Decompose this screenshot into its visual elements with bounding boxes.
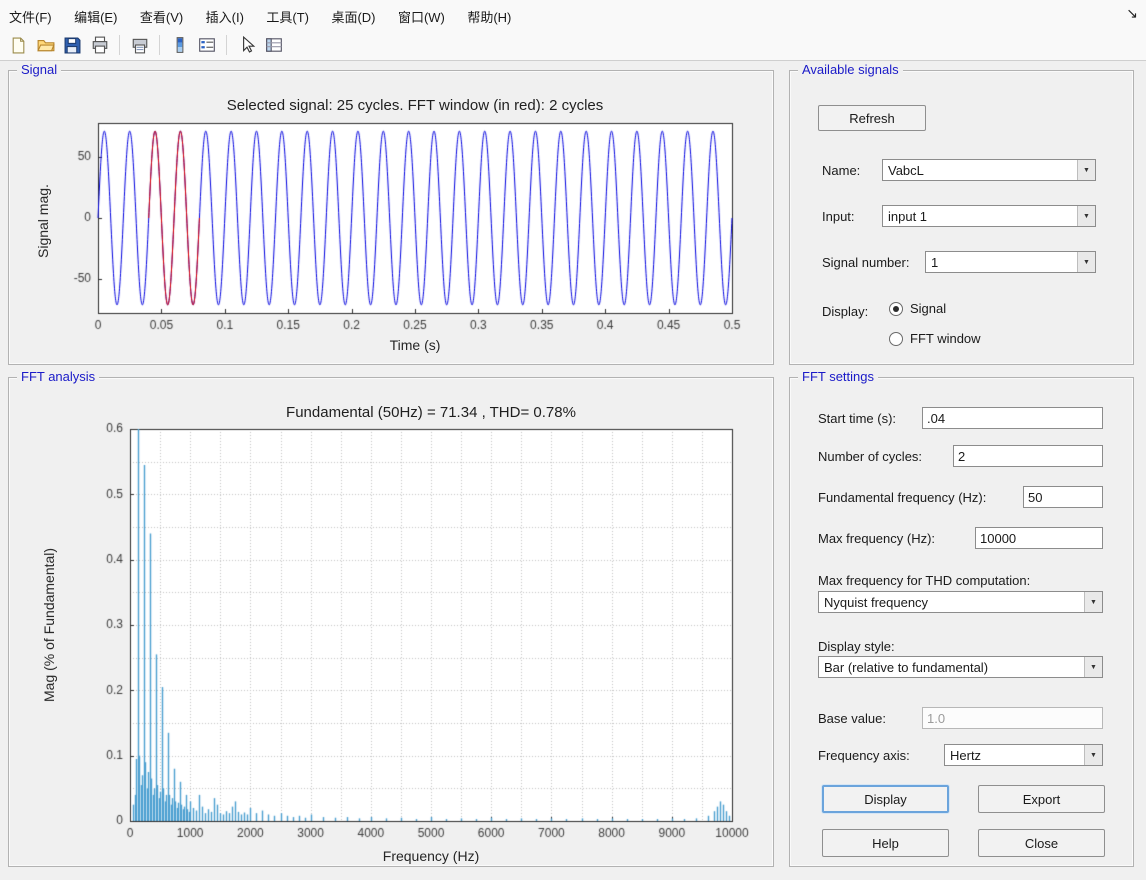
property-inspector-icon[interactable] <box>261 33 286 58</box>
open-folder-icon[interactable] <box>33 33 58 58</box>
chevron-down-icon[interactable]: ▼ <box>1077 252 1095 272</box>
display-fft-window-radio-label: FFT window <box>910 331 981 346</box>
display-signal-radio[interactable]: Signal <box>889 301 946 316</box>
chevron-down-icon[interactable]: ▼ <box>1077 160 1095 180</box>
radio-unselected-icon[interactable] <box>889 332 903 346</box>
signal-xlabel: Time (s) <box>98 337 732 353</box>
signal-ylabel: Signal mag. <box>35 184 51 258</box>
start-time-label: Start time (s): <box>818 411 896 426</box>
fft-analysis-panel-title: FFT analysis <box>17 369 99 384</box>
print-icon[interactable] <box>87 33 112 58</box>
frequency-axis-dropdown[interactable]: Hertz ▼ <box>944 744 1103 766</box>
name-label: Name: <box>822 163 860 178</box>
chevron-down-icon[interactable]: ▼ <box>1084 657 1102 677</box>
display-style-dropdown[interactable]: Bar (relative to fundamental) ▼ <box>818 656 1103 678</box>
fft-analysis-panel: FFT analysis Fundamental (50Hz) = 71.34 … <box>8 377 774 867</box>
chevron-down-icon[interactable]: ▼ <box>1084 592 1102 612</box>
display-fft-window-radio[interactable]: FFT window <box>889 331 981 346</box>
print-preview-icon[interactable] <box>127 33 152 58</box>
legend-icon[interactable] <box>194 33 219 58</box>
max-frequency-thd-label: Max frequency for THD computation: <box>818 573 1030 588</box>
display-signal-radio-label: Signal <box>910 301 946 316</box>
close-button[interactable]: Close <box>978 829 1105 857</box>
name-dropdown[interactable]: VabcL ▼ <box>882 159 1096 181</box>
save-icon[interactable] <box>60 33 85 58</box>
fft-settings-panel-title: FFT settings <box>798 369 878 384</box>
signal-panel: Signal Selected signal: 25 cycles. FFT w… <box>8 70 774 365</box>
radio-selected-icon[interactable] <box>889 302 903 316</box>
new-file-icon[interactable] <box>6 33 31 58</box>
menu-edit[interactable]: 编辑(E) <box>65 0 126 23</box>
fundamental-frequency-input[interactable] <box>1023 486 1103 508</box>
input-dropdown[interactable]: input 1 ▼ <box>882 205 1096 227</box>
refresh-button[interactable]: Refresh <box>818 105 926 131</box>
base-value-label: Base value: <box>818 711 886 726</box>
figure-toolbar <box>0 30 1146 61</box>
toolbar-separator <box>226 35 227 55</box>
max-frequency-thd-dropdown-value: Nyquist frequency <box>819 595 1084 610</box>
toolbar-separator <box>159 35 160 55</box>
menu-view[interactable]: 查看(V) <box>131 0 192 23</box>
chevron-down-icon[interactable]: ▼ <box>1077 206 1095 226</box>
max-frequency-label: Max frequency (Hz): <box>818 531 935 546</box>
display-style-dropdown-value: Bar (relative to fundamental) <box>819 660 1084 675</box>
edit-plot-icon[interactable] <box>234 33 259 58</box>
menu-bar: 文件(F) 编辑(E) 查看(V) 插入(I) 工具(T) 桌面(D) 窗口(W… <box>0 0 1146 30</box>
available-signals-panel: Available signals Refresh Name: VabcL ▼ … <box>789 70 1134 365</box>
number-of-cycles-label: Number of cycles: <box>818 449 922 464</box>
fft-plot-canvas[interactable] <box>10 388 772 868</box>
signal-plot-canvas[interactable] <box>10 81 772 361</box>
menu-window[interactable]: 窗口(W) <box>389 0 454 23</box>
available-signals-panel-title: Available signals <box>798 62 903 77</box>
display-label: Display: <box>822 304 868 319</box>
signal-panel-title: Signal <box>17 62 61 77</box>
fft-settings-panel: FFT settings Start time (s): Number of c… <box>789 377 1134 867</box>
dock-figure-icon[interactable]: ↘ <box>1126 5 1138 22</box>
help-button[interactable]: Help <box>822 829 949 857</box>
signal-number-label: Signal number: <box>822 255 909 270</box>
display-style-label: Display style: <box>818 639 895 654</box>
menu-tools[interactable]: 工具(T) <box>257 0 318 23</box>
max-frequency-input[interactable] <box>975 527 1103 549</box>
menu-help[interactable]: 帮助(H) <box>458 0 520 23</box>
export-button[interactable]: Export <box>978 785 1105 813</box>
start-time-input[interactable] <box>922 407 1103 429</box>
frequency-axis-label: Frequency axis: <box>818 748 910 763</box>
toolbar-separator <box>119 35 120 55</box>
name-dropdown-value: VabcL <box>883 163 1077 178</box>
menu-file[interactable]: 文件(F) <box>0 0 61 23</box>
display-button[interactable]: Display <box>822 785 949 813</box>
frequency-axis-dropdown-value: Hertz <box>945 748 1084 763</box>
max-frequency-thd-dropdown[interactable]: Nyquist frequency ▼ <box>818 591 1103 613</box>
fundamental-frequency-label: Fundamental frequency (Hz): <box>818 490 986 505</box>
fft-ylabel: Mag (% of Fundamental) <box>41 548 57 702</box>
base-value-input <box>922 707 1103 729</box>
menu-desktop[interactable]: 桌面(D) <box>322 0 384 23</box>
chevron-down-icon[interactable]: ▼ <box>1084 745 1102 765</box>
signal-number-dropdown[interactable]: 1 ▼ <box>925 251 1096 273</box>
menu-insert[interactable]: 插入(I) <box>197 0 253 23</box>
input-dropdown-value: input 1 <box>883 209 1077 224</box>
number-of-cycles-input[interactable] <box>953 445 1103 467</box>
colorbar-icon[interactable] <box>167 33 192 58</box>
input-label: Input: <box>822 209 855 224</box>
signal-number-dropdown-value: 1 <box>926 255 1077 270</box>
fft-xlabel: Frequency (Hz) <box>130 848 732 864</box>
